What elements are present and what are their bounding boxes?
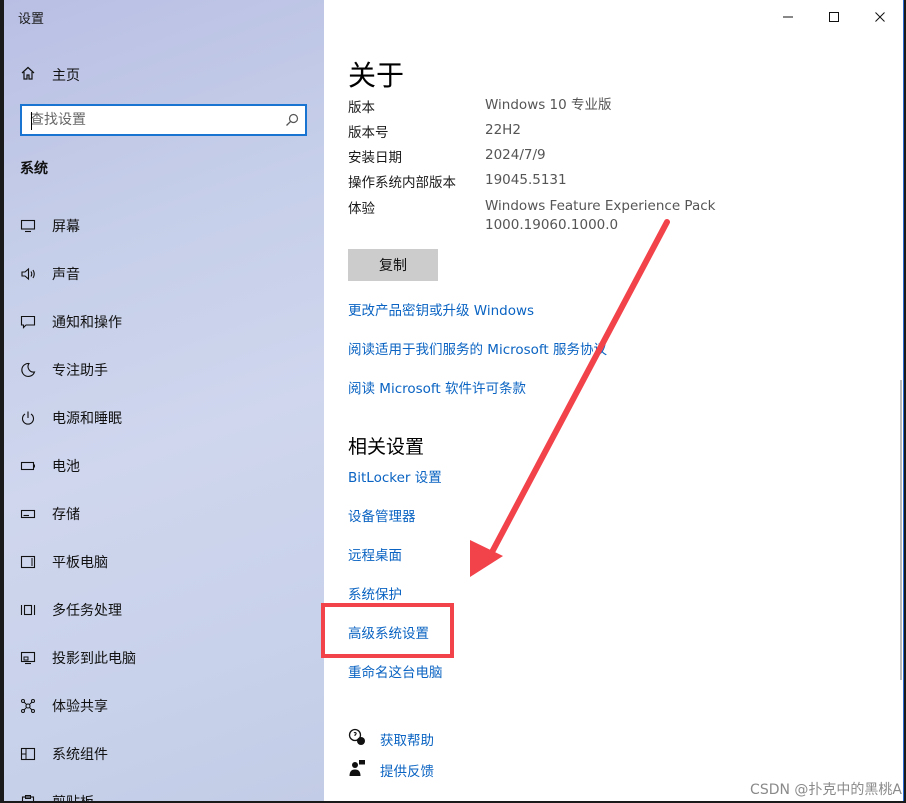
watermark: CSDN @扑克中的黑桃A [750,782,902,798]
annotation-arrow [470,219,670,577]
